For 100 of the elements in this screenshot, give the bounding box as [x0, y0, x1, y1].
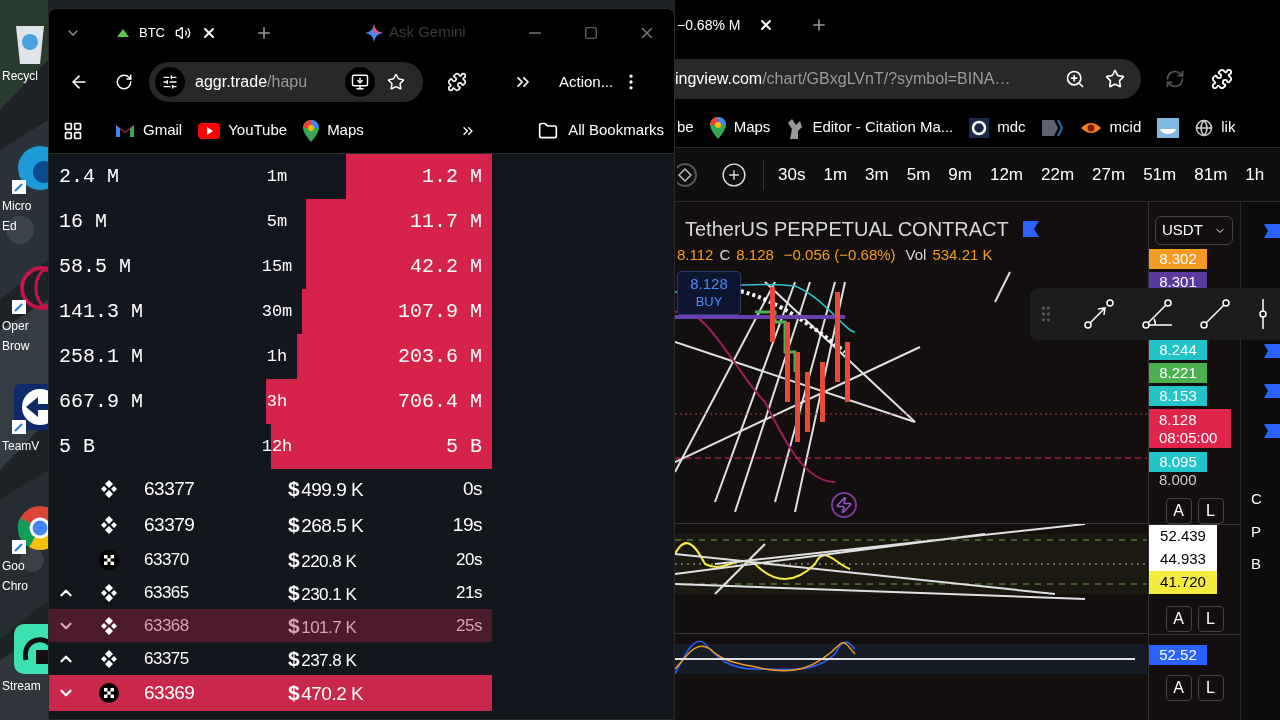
install-app-icon[interactable]	[351, 73, 369, 91]
timeframe-button[interactable]: 22m	[1041, 161, 1075, 188]
flag-icon[interactable]	[1264, 344, 1280, 358]
timeframe-button[interactable]: 9m	[948, 161, 972, 188]
timeframe-button[interactable]: 3m	[865, 161, 889, 188]
reload-icon[interactable]	[115, 73, 133, 91]
timeframe-button[interactable]: 27m	[1092, 161, 1126, 188]
indicator-value: 44.933	[1149, 548, 1217, 571]
remote-app-shortcut-icon[interactable]	[10, 382, 48, 436]
candlestick	[820, 362, 825, 422]
trade-amount: $230.1 K	[288, 579, 357, 606]
angle-line-icon[interactable]	[1142, 299, 1172, 329]
desktop-icon-label[interactable]: Ed	[2, 216, 17, 236]
timeframe-button[interactable]: 81m	[1194, 161, 1228, 188]
trade-amount: $101.7 K	[288, 612, 357, 639]
arrow-line-icon[interactable]	[1084, 299, 1114, 329]
bookmark-item[interactable]: be	[677, 116, 694, 139]
trade-amount: $268.5 K	[288, 512, 364, 539]
volume-label: Vol	[905, 245, 927, 265]
buy-volume: 141.3 M	[59, 298, 144, 325]
chevron-tag-icon[interactable]	[1041, 117, 1064, 138]
period-label: 3h	[265, 390, 289, 413]
flag-icon[interactable]	[1022, 221, 1039, 237]
flag-icon[interactable]	[1264, 224, 1280, 238]
sidebar-label: C	[1251, 489, 1262, 509]
desktop-icon-label[interactable]: Recycl	[2, 66, 38, 86]
bookmark-item[interactable]: Maps	[709, 116, 771, 139]
desktop-icon-label[interactable]: Brow	[2, 336, 30, 356]
desktop-icon-label[interactable]: Micro	[2, 196, 32, 216]
trade-amount: $220.8 K	[288, 546, 357, 573]
price-label: 8.153	[1149, 386, 1207, 407]
scale-toggle-button[interactable]: L	[1197, 675, 1224, 701]
desktop-icon-label[interactable]: Chro	[2, 576, 28, 596]
all-bookmarks-button[interactable]: All Bookmarks	[538, 119, 664, 142]
extensions-icon[interactable]	[447, 72, 467, 92]
flag-icon[interactable]	[1264, 424, 1280, 438]
map-pin-icon	[709, 116, 726, 139]
timeframe-button[interactable]: 1h	[1245, 161, 1265, 188]
zoom-icon[interactable]	[1065, 69, 1085, 89]
extensions-icon[interactable]	[1211, 68, 1233, 90]
scale-toggle-button[interactable]: A	[1165, 498, 1192, 524]
folder-icon	[538, 120, 559, 141]
buy-button[interactable]: 8.128 BUY	[677, 270, 741, 315]
bookmark-item[interactable]: Editor - Citation Ma...	[786, 116, 954, 139]
desktop-icon-label[interactable]: Goo	[2, 556, 25, 576]
open-price: 8.112	[677, 245, 714, 265]
indicator-value: 52.52	[1149, 645, 1207, 665]
diamond-logo-icon	[99, 615, 119, 636]
tab-title[interactable]: −0.68% M	[677, 14, 741, 36]
ring-icon	[969, 117, 990, 138]
sync-icon[interactable]	[1165, 69, 1185, 89]
action-button[interactable]: Action...	[559, 70, 614, 94]
timeframe-button[interactable]: 12m	[989, 161, 1023, 188]
video-play-icon	[198, 122, 221, 139]
scale-toggle-button[interactable]: A	[1165, 606, 1192, 632]
flag-icon[interactable]	[1264, 384, 1280, 398]
trade-price: 63375	[144, 647, 190, 670]
timeframe-button[interactable]: 5m	[906, 161, 931, 188]
bookmark-item[interactable]: Gmail	[115, 119, 183, 142]
speaker-icon[interactable]	[175, 24, 191, 41]
last-price-label: 8.128 08:05:00	[1149, 409, 1231, 448]
globe-icon	[1195, 118, 1214, 137]
buy-volume: 667.9 M	[59, 388, 144, 415]
maximize-icon[interactable]	[584, 25, 598, 40]
address-bar[interactable]: aggr.trade/hapu	[149, 62, 423, 102]
sell-volume: 42.2 M	[410, 253, 482, 280]
sell-volume: 1.2 M	[422, 163, 482, 190]
address-bar[interactable]: ingview.com/chart/GBxgLVnT/?symbol=BINA…	[675, 59, 1141, 99]
timeframe-button[interactable]: 51m	[1143, 161, 1177, 188]
price-label: 8.221	[1149, 363, 1207, 384]
trade-price: 63369	[144, 680, 196, 705]
bookmark-item[interactable]: Maps	[303, 119, 364, 142]
bookmark-item[interactable]: YouTube	[198, 119, 288, 142]
buy-volume: 16 M	[59, 208, 108, 235]
map-pin-icon	[303, 119, 320, 142]
timeframe-button[interactable]: 1m	[823, 161, 848, 188]
bookmark-star-icon[interactable]	[1105, 69, 1125, 89]
diamond-logo-icon	[99, 648, 119, 669]
bookmark-item[interactable]: mdc	[969, 116, 1026, 139]
scale-toggle-button[interactable]: L	[1197, 498, 1224, 524]
apps-icon[interactable]	[63, 120, 83, 141]
bookmark-star-icon[interactable]	[387, 73, 405, 91]
bookmark-item[interactable]: lik	[1195, 116, 1236, 139]
scale-toggle-button[interactable]: L	[1197, 606, 1224, 632]
trend-line	[994, 271, 1011, 303]
scale-toggle-button[interactable]: A	[1165, 675, 1192, 701]
desktop-icon-label[interactable]: Oper	[2, 316, 29, 336]
timeframe-button[interactable]: 30s	[778, 161, 806, 188]
lightning-icon[interactable]	[831, 492, 857, 518]
trend-line-icon[interactable]	[1200, 299, 1230, 329]
buy-volume: 5 B	[59, 433, 96, 460]
bookmark-item[interactable]: mcid	[1079, 116, 1142, 139]
site-settings-icon[interactable]	[162, 74, 178, 90]
vertical-line-icon[interactable]	[1258, 299, 1268, 329]
desktop-icon-label[interactable]: Stream	[2, 676, 41, 696]
desktop-icon-label[interactable]: TeamV	[2, 436, 40, 456]
add-icon[interactable]	[721, 161, 747, 188]
whale-icon[interactable]	[1157, 117, 1180, 138]
diamond-logo-icon	[99, 515, 119, 535]
currency-select[interactable]: USDT	[1155, 216, 1233, 246]
